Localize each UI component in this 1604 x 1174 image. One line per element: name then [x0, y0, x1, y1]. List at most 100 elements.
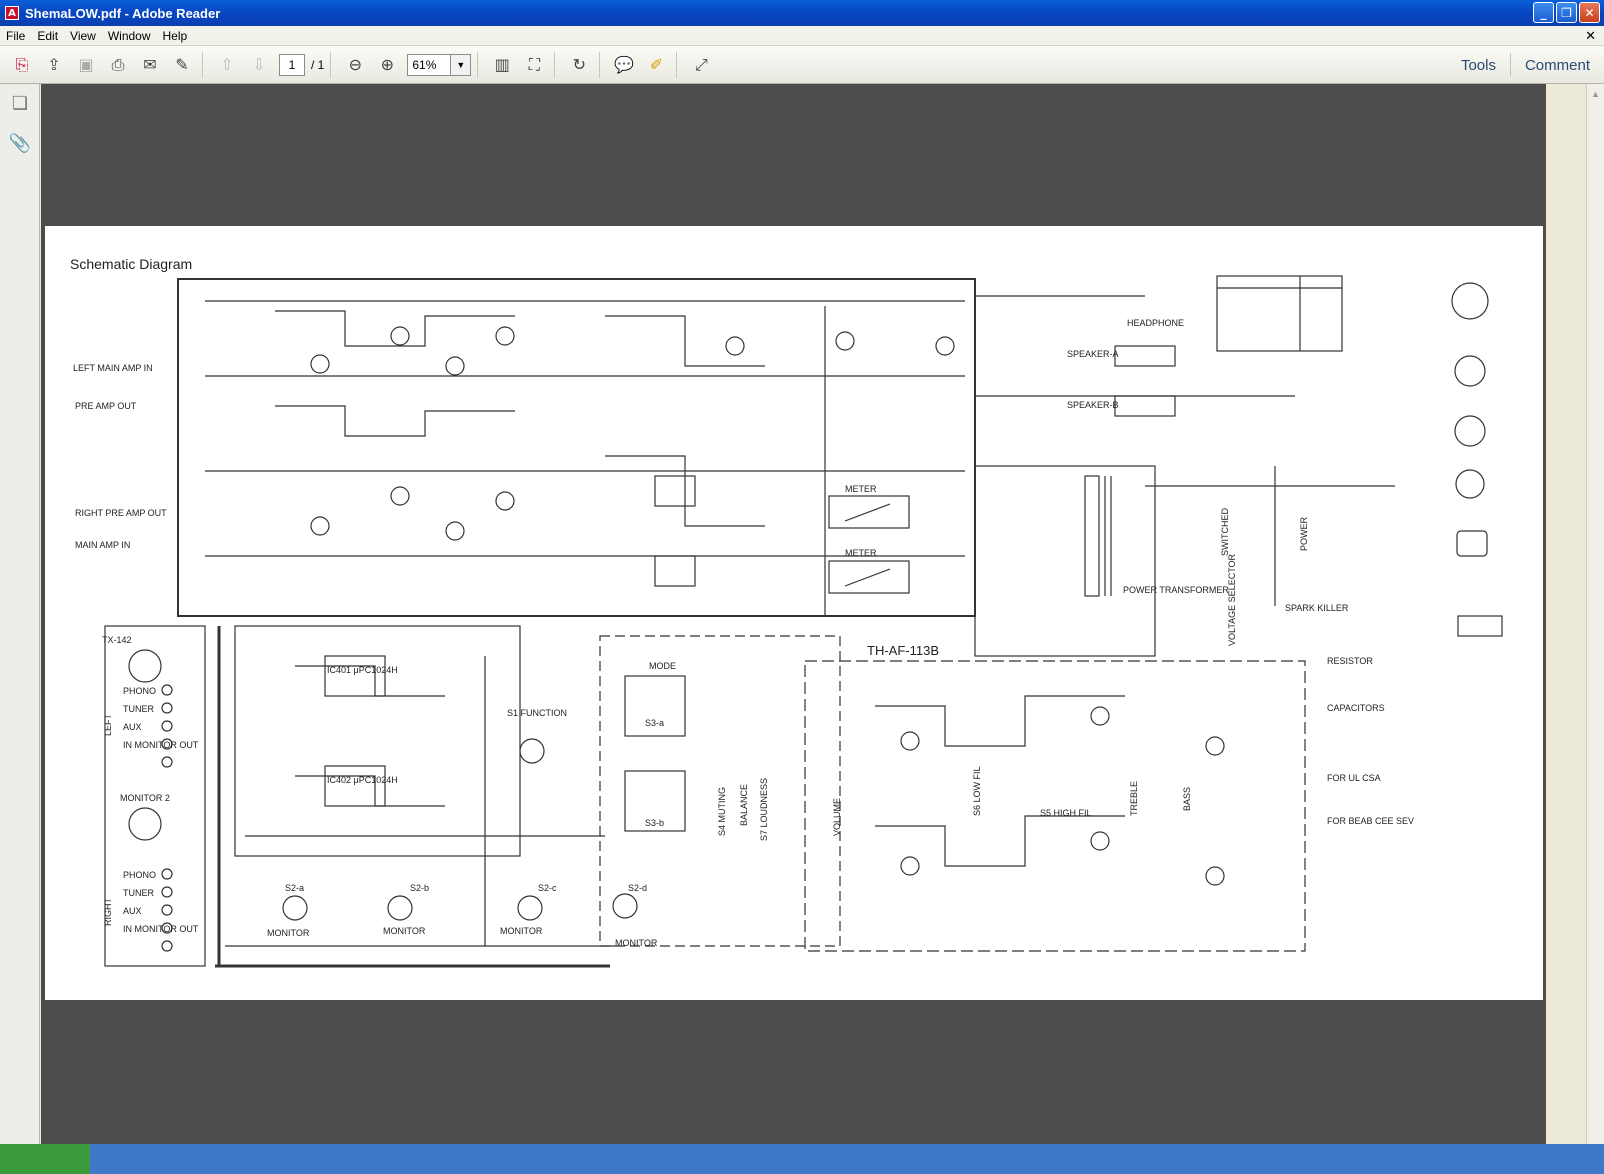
mode-label: MODE: [649, 661, 676, 671]
loudness-label: S7 LOUDNESS: [759, 778, 769, 841]
pre-amp-out-label: PRE AMP OUT: [75, 401, 137, 411]
start-button[interactable]: [0, 1144, 90, 1174]
page-total: / 1: [311, 57, 325, 72]
rotate-icon[interactable]: ↻: [565, 51, 593, 79]
volume-label: VOLUME: [832, 798, 842, 836]
switched-label: SWITCHED: [1220, 508, 1230, 556]
attachments-icon[interactable]: 📎: [9, 132, 31, 154]
taskbar: [0, 1144, 1604, 1174]
tx142-label: TX-142: [102, 635, 132, 645]
close-document-icon[interactable]: ✕: [1585, 28, 1596, 44]
title-bar: A ShemaLOW.pdf - Adobe Reader _ ❐ ✕: [0, 0, 1604, 26]
print-icon[interactable]: ⎙: [104, 51, 132, 79]
navigation-panel: ❏ 📎: [0, 84, 40, 1144]
left-side-label: LEFT: [103, 713, 113, 736]
right-side-label: RIGHT: [103, 898, 113, 927]
right-tuner-label: TUNER: [123, 888, 154, 898]
zoom-out-icon[interactable]: ⊖: [341, 51, 369, 79]
zoom-dropdown-icon[interactable]: ▼: [451, 53, 472, 76]
save-icon[interactable]: ▣: [72, 51, 100, 79]
left-monitor-label: IN MONITOR OUT: [123, 740, 199, 750]
menu-view[interactable]: View: [64, 29, 102, 43]
menu-edit[interactable]: Edit: [31, 29, 64, 43]
schematic-drawing: LEFT MAIN AMP IN PRE AMP OUT RIGHT PRE A…: [73, 275, 1503, 968]
tools-link[interactable]: Tools: [1447, 57, 1510, 74]
sign-icon[interactable]: ✎: [168, 51, 196, 79]
s3a-label: S3-a: [645, 718, 664, 728]
ic401-label: IC401 μPC1024H: [327, 665, 398, 675]
spark-killer-label: SPARK KILLER: [1285, 603, 1349, 613]
left-tuner-label: TUNER: [123, 704, 154, 714]
monitor-label-4: MONITOR: [615, 938, 658, 948]
menu-file[interactable]: File: [0, 29, 31, 43]
bass-label: BASS: [1182, 787, 1192, 811]
comment-note-icon[interactable]: 💬: [610, 51, 638, 79]
treble-label: TREBLE: [1129, 781, 1139, 816]
minimize-button[interactable]: _: [1533, 2, 1554, 23]
high-fil-label: S5 HIGH FIL: [1040, 808, 1092, 818]
s2d-label: S2-d: [628, 883, 647, 893]
next-page-icon[interactable]: ⇩: [245, 51, 273, 79]
pages-icon[interactable]: ❏: [9, 92, 31, 114]
page-number-input[interactable]: 1: [279, 53, 305, 76]
s2a-label: S2-a: [285, 883, 304, 893]
capacitors-note-label: CAPACITORS: [1327, 703, 1385, 713]
power-transformer-label: POWER TRANSFORMER: [1123, 585, 1229, 595]
low-fil-label: S6 LOW FIL: [972, 766, 982, 816]
right-aux-label: AUX: [123, 906, 142, 916]
menu-window[interactable]: Window: [102, 29, 157, 43]
ic402-label: IC402 μPC1024H: [327, 775, 398, 785]
window-title: ShemaLOW.pdf - Adobe Reader: [25, 5, 221, 21]
model-label: TH-AF-113B: [867, 643, 939, 658]
main-amp-in-label: MAIN AMP IN: [75, 540, 130, 550]
s2c-label: S2-c: [538, 883, 557, 893]
ul-csa-note-label: FOR UL CSA: [1327, 773, 1381, 783]
right-pre-amp-out-label: RIGHT PRE AMP OUT: [75, 508, 167, 518]
open-icon[interactable]: ⇪: [40, 51, 68, 79]
restore-button[interactable]: ❐: [1556, 2, 1577, 23]
full-screen-icon[interactable]: ⤢: [687, 51, 715, 79]
email-icon[interactable]: ✉: [136, 51, 164, 79]
right-phono-label: PHONO: [123, 870, 156, 880]
previous-page-icon[interactable]: ⇧: [213, 51, 241, 79]
fit-page-icon[interactable]: ⛶: [520, 51, 548, 79]
headphone-label: HEADPHONE: [1127, 318, 1184, 328]
function-label: S1 FUNCTION: [507, 708, 567, 718]
close-button[interactable]: ✕: [1579, 2, 1600, 23]
zoom-input[interactable]: 61%: [407, 53, 452, 76]
monitor2-label: MONITOR 2: [120, 793, 170, 803]
monitor-label-1: MONITOR: [267, 928, 310, 938]
menu-help[interactable]: Help: [157, 29, 194, 43]
adobe-reader-icon: A: [5, 6, 19, 20]
meter-label-2: METER: [845, 548, 877, 558]
s2b-label: S2-b: [410, 883, 429, 893]
zoom-in-icon[interactable]: ⊕: [373, 51, 401, 79]
voltage-selector-label: VOLTAGE SELECTOR: [1227, 553, 1237, 646]
scroll-up-icon[interactable]: ▲: [1588, 86, 1604, 102]
highlight-icon[interactable]: ✐: [642, 51, 670, 79]
vertical-scrollbar[interactable]: ▲: [1586, 84, 1604, 1144]
right-monitor-label: IN MONITOR OUT: [123, 924, 199, 934]
balance-label: BALANCE: [739, 784, 749, 826]
menu-bar: File Edit View Window Help ✕: [0, 26, 1604, 46]
speaker-b-label: SPEAKER-B: [1067, 400, 1119, 410]
left-main-amp-in-label: LEFT MAIN AMP IN: [73, 363, 153, 373]
s3b-label: S3-b: [645, 818, 664, 828]
left-aux-label: AUX: [123, 722, 142, 732]
scroll-mode-icon[interactable]: ▥: [488, 51, 516, 79]
toolbar: ⎘ ⇪ ▣ ⎙ ✉ ✎ ⇧ ⇩ 1 / 1 ⊖ ⊕ 61% ▼ ▥ ⛶ ↻ 💬 …: [0, 46, 1604, 84]
resistor-note-label: RESISTOR: [1327, 656, 1373, 666]
power-label: POWER: [1299, 516, 1309, 551]
speaker-a-label: SPEAKER-A: [1067, 349, 1119, 359]
adobe-reader-window: A ShemaLOW.pdf - Adobe Reader _ ❐ ✕ File…: [0, 0, 1604, 1174]
create-pdf-icon[interactable]: ⎘: [8, 51, 36, 79]
monitor-label-3: MONITOR: [500, 926, 543, 936]
left-phono-label: PHONO: [123, 686, 156, 696]
meter-label-1: METER: [845, 484, 877, 494]
pdf-page: LEFT MAIN AMP IN PRE AMP OUT RIGHT PRE A…: [45, 226, 1543, 1000]
muting-label: S4 MUTING: [717, 787, 727, 836]
schematic-title: Schematic Diagram: [70, 256, 193, 272]
comment-link[interactable]: Comment: [1511, 57, 1604, 74]
monitor-label-2: MONITOR: [383, 926, 426, 936]
beab-note-label: FOR BEAB CEE SEV: [1327, 816, 1414, 826]
